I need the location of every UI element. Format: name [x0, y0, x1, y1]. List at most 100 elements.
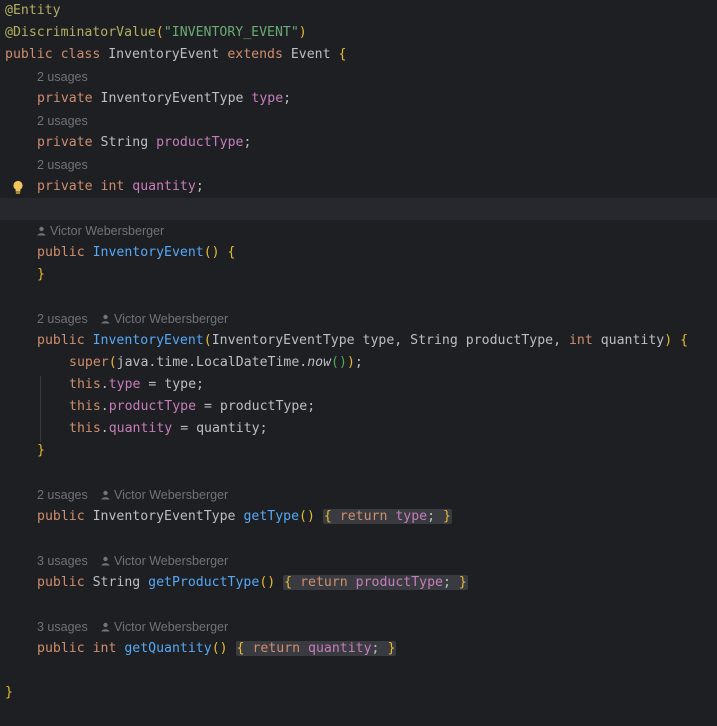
keyword: this	[69, 421, 101, 436]
semicolon: ;	[243, 135, 252, 150]
folded-body[interactable]: { return productType; }	[283, 575, 468, 590]
type-name: String	[100, 135, 157, 150]
author-name: Victor Webersberger	[114, 554, 229, 568]
keyword: public	[37, 575, 93, 590]
type-name: InventoryEventType	[92, 509, 244, 524]
code-line[interactable]: }	[0, 264, 717, 286]
assignment: = productType;	[196, 399, 316, 414]
string-literal: "INVENTORY_EVENT"	[163, 25, 299, 40]
current-line-highlight[interactable]	[0, 198, 717, 220]
field-name: type	[251, 91, 284, 106]
method-name: getType	[243, 509, 300, 524]
annotation-entity: @Entity	[5, 3, 61, 18]
author-hint[interactable]: Victor Webersberger	[101, 616, 228, 638]
keyword: super	[69, 355, 109, 370]
constructor-name: InventoryEvent	[92, 245, 204, 260]
person-icon	[101, 622, 110, 632]
class-name: InventoryEvent	[108, 47, 228, 62]
usages-hint[interactable]: 3 usages	[37, 550, 88, 572]
author-name: Victor Webersberger	[114, 312, 229, 326]
code-line[interactable]: public InventoryEvent(InventoryEventType…	[0, 330, 717, 352]
semicolon: ;	[195, 179, 204, 194]
usages-hint[interactable]: 2 usages	[37, 110, 88, 132]
code-line[interactable]: this.quantity = quantity;	[0, 418, 717, 440]
usages-hint[interactable]: 2 usages	[37, 154, 88, 176]
keyword: int	[92, 641, 125, 656]
assignment: = type;	[140, 377, 205, 392]
expression: java.time.LocalDateTime.	[116, 355, 308, 370]
person-icon	[37, 226, 46, 236]
code-line[interactable]: @DiscriminatorValue("INVENTORY_EVENT")	[0, 22, 717, 44]
author-hint[interactable]: Victor Webersberger	[101, 308, 228, 330]
semicolon: ;	[371, 641, 380, 656]
parameters: InventoryEventType type, String productT…	[211, 333, 569, 348]
code-line[interactable]: public String getProductType() { return …	[0, 572, 717, 594]
keyword: private	[37, 91, 101, 106]
field-name: productType	[108, 399, 197, 414]
field-name: quantity	[308, 641, 372, 656]
keyword: public	[37, 245, 93, 260]
folded-body[interactable]: { return quantity; }	[235, 641, 397, 656]
code-line[interactable]: private String productType;	[0, 132, 717, 154]
code-line[interactable]: super(java.time.LocalDateTime.now());	[0, 352, 717, 374]
author-hint[interactable]: Victor Webersberger	[101, 550, 228, 572]
code-line[interactable]: this.productType = productType;	[0, 396, 717, 418]
author-hint[interactable]: Victor Webersberger	[101, 484, 228, 506]
folded-body[interactable]: { return type; }	[322, 509, 452, 524]
code-line[interactable]: @Entity	[0, 0, 717, 22]
inlay-hint-row: Victor Webersberger	[0, 220, 717, 242]
field-name: type	[395, 509, 428, 524]
semicolon: ;	[427, 509, 436, 524]
author-name: Victor Webersberger	[50, 224, 165, 238]
code-line[interactable]: }	[0, 682, 717, 704]
usages-hint[interactable]: 2 usages	[37, 308, 88, 330]
inlay-hint-row: 2 usages	[0, 154, 717, 176]
code-line[interactable]: private int quantity;	[0, 176, 717, 198]
code-line[interactable]: this.type = type;	[0, 374, 717, 396]
author-name: Victor Webersberger	[114, 620, 229, 634]
inlay-hint-row: 3 usages Victor Webersberger	[0, 550, 717, 572]
assignment: = quantity;	[172, 421, 268, 436]
code-line[interactable]: public InventoryEvent() {	[0, 242, 717, 264]
code-line[interactable]: }	[0, 440, 717, 462]
parameter: quantity	[600, 333, 665, 348]
field-name: type	[108, 377, 141, 392]
code-line[interactable]: private InventoryEventType type;	[0, 88, 717, 110]
constructor-name: InventoryEvent	[92, 333, 204, 348]
inlay-hint-row: 2 usages Victor Webersberger	[0, 484, 717, 506]
lightbulb-icon[interactable]	[12, 180, 24, 195]
author-hint[interactable]: Victor Webersberger	[37, 220, 164, 242]
code-line[interactable]: public class InventoryEvent extends Even…	[0, 44, 717, 66]
code-line[interactable]: public InventoryEventType getType() { re…	[0, 506, 717, 528]
keyword: private	[37, 135, 101, 150]
keyword: return	[252, 641, 309, 656]
usages-hint[interactable]: 3 usages	[37, 616, 88, 638]
inlay-hint-row: 3 usages Victor Webersberger	[0, 616, 717, 638]
field-name: productType	[355, 575, 443, 590]
annotation-discriminator: @DiscriminatorValue	[5, 25, 156, 40]
keyword: this	[69, 399, 101, 414]
keyword: public class	[5, 47, 109, 62]
method-name: getQuantity	[124, 641, 212, 656]
semicolon: ;	[354, 355, 363, 370]
usages-hint[interactable]: 2 usages	[37, 484, 88, 506]
keyword: return	[339, 509, 396, 524]
code-line[interactable]: public int getQuantity() { return quanti…	[0, 638, 717, 660]
keyword: public	[37, 333, 93, 348]
semicolon: ;	[283, 91, 292, 106]
person-icon	[101, 314, 110, 324]
field-name: productType	[156, 135, 244, 150]
usages-hint[interactable]: 2 usages	[37, 66, 88, 88]
author-name: Victor Webersberger	[114, 488, 229, 502]
type-name: InventoryEventType	[100, 91, 252, 106]
field-name: quantity	[132, 179, 196, 194]
keyword: return	[300, 575, 356, 590]
person-icon	[101, 490, 110, 500]
keyword: int	[100, 179, 133, 194]
keyword: this	[69, 377, 101, 392]
method-call: now	[307, 355, 332, 370]
parent-class-name: Event	[290, 47, 339, 62]
field-name: quantity	[108, 421, 173, 436]
keyword: int	[568, 333, 601, 348]
semicolon: ;	[442, 575, 451, 590]
